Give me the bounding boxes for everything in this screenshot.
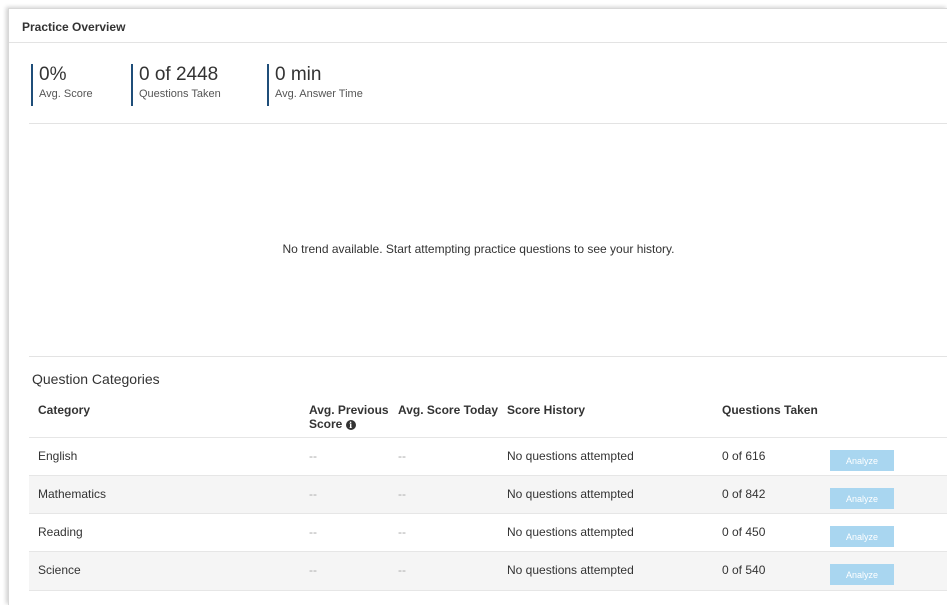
cell-questions-taken: 0 of 842 — [722, 487, 766, 501]
cell-avg-previous: -- — [309, 487, 317, 501]
cell-category: English — [38, 449, 78, 463]
header-avg-previous-line1: Avg. Previous — [309, 403, 389, 417]
stat-avg-score: 0% Avg. Score — [31, 64, 93, 106]
table-row: Mathematics -- -- No questions attempted… — [29, 475, 947, 514]
cell-avg-previous: -- — [309, 449, 317, 463]
info-circle-icon[interactable]: i — [345, 420, 356, 430]
cell-score-history: No questions attempted — [507, 525, 634, 539]
stat-label: Questions Taken — [139, 88, 221, 100]
stat-questions-taken: 0 of 2448 Questions Taken — [131, 64, 221, 106]
cell-avg-today: -- — [398, 525, 406, 539]
cell-questions-taken: 0 of 616 — [722, 449, 766, 463]
cell-avg-today: -- — [398, 563, 406, 577]
cell-avg-today: -- — [398, 487, 406, 501]
cell-score-history: No questions attempted — [507, 449, 634, 463]
analyze-button[interactable]: Analyze — [830, 488, 894, 509]
cell-avg-previous: -- — [309, 563, 317, 577]
stat-avg-answer-time: 0 min Avg. Answer Time — [267, 64, 363, 106]
stat-value: 0 min — [275, 64, 322, 85]
question-categories-title: Question Categories — [32, 371, 160, 387]
stat-value: 0% — [39, 64, 67, 85]
panel-header: Practice Overview — [9, 9, 947, 43]
cell-category: Reading — [38, 525, 83, 539]
divider — [29, 356, 947, 357]
practice-overview-panel: Practice Overview 0% Avg. Score 0 of 244… — [8, 8, 947, 605]
table-row: Reading -- -- No questions attempted 0 o… — [29, 513, 947, 552]
stat-label: Avg. Score — [39, 88, 93, 100]
table-row: Science -- -- No questions attempted 0 o… — [29, 551, 947, 591]
trend-empty-message: No trend available. Start attempting pra… — [282, 242, 675, 256]
header-category: Category — [38, 403, 91, 417]
cell-category: Mathematics — [38, 487, 107, 501]
cell-avg-today: -- — [398, 449, 406, 463]
cell-score-history: No questions attempted — [507, 563, 634, 577]
cell-category: Science — [38, 563, 81, 577]
cell-score-history: No questions attempted — [507, 487, 634, 501]
header-questions-taken: Questions Taken — [722, 403, 818, 417]
stat-label: Avg. Answer Time — [275, 88, 363, 100]
analyze-button[interactable]: Analyze — [830, 564, 894, 585]
cell-questions-taken: 0 of 540 — [722, 563, 766, 577]
header-score-history: Score History — [507, 403, 586, 417]
analyze-button[interactable]: Analyze — [830, 526, 894, 547]
divider — [29, 123, 947, 124]
header-avg-previous-score: Avg. Previous Score i — [309, 403, 389, 431]
header-avg-score-today: Avg. Score Today — [398, 403, 499, 417]
stat-value: 0 of 2448 — [139, 64, 219, 85]
panel-title: Practice Overview — [22, 20, 126, 34]
header-avg-previous-line2: Score — [309, 417, 343, 431]
analyze-button[interactable]: Analyze — [830, 450, 894, 471]
cell-avg-previous: -- — [309, 525, 317, 539]
cell-questions-taken: 0 of 450 — [722, 525, 766, 539]
table-row: English -- -- No questions attempted 0 o… — [29, 437, 947, 476]
